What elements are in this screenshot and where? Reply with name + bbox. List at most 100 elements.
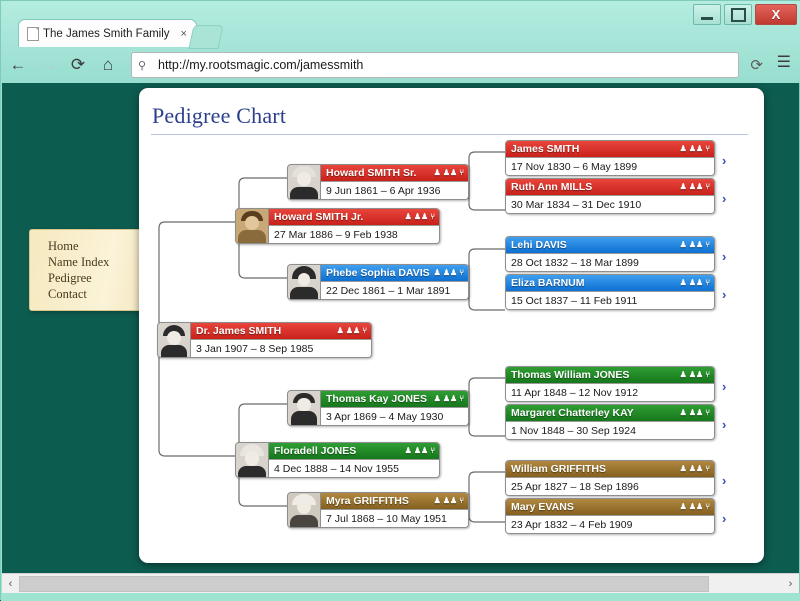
expand-arrow-6[interactable]: ›	[722, 418, 726, 431]
person-box-root[interactable]: Dr. James SMITH ♟ ♟♟ ⑂ 3 Jan 1907 – 8 Se…	[157, 322, 372, 358]
person-box-great-grandmother-3[interactable]: Margaret Chatterley KAY ♟ ♟♟ ⑂ 1 Nov 184…	[505, 404, 715, 440]
tree-icon[interactable]: ⑂	[705, 409, 710, 417]
horizontal-scrollbar[interactable]: ‹ ›	[2, 573, 799, 593]
person-box-maternal-grandmother[interactable]: Myra GRIFFITHS ♟ ♟♟ ⑂ 7 Jul 1868 – 10 Ma…	[287, 492, 469, 528]
family-icon[interactable]: ♟♟	[414, 447, 428, 455]
new-tab-button[interactable]	[188, 25, 224, 49]
reload-button[interactable]: ⟳	[65, 52, 91, 78]
family-icon[interactable]: ♟♟	[689, 279, 703, 287]
person-box-great-grandmother-4[interactable]: Mary EVANS ♟ ♟♟ ⑂ 23 Apr 1832 – 4 Feb 19…	[505, 498, 715, 534]
person-icon[interactable]: ♟	[405, 447, 412, 455]
person-box-great-grandfather-1[interactable]: James SMITH ♟ ♟♟ ⑂ 17 Nov 1830 – 6 May 1…	[505, 140, 715, 176]
person-name: Howard SMITH Sr.	[326, 167, 417, 179]
scrollbar-thumb[interactable]	[19, 575, 709, 592]
expand-arrow-2[interactable]: ›	[722, 192, 726, 205]
expand-arrow-7[interactable]: ›	[722, 474, 726, 487]
person-icon[interactable]: ♟	[680, 465, 687, 473]
person-icon[interactable]: ♟	[337, 327, 344, 335]
person-name: Lehi DAVIS	[511, 239, 567, 251]
family-icon[interactable]: ♟♟	[689, 183, 703, 191]
tree-icon[interactable]: ⑂	[459, 169, 464, 177]
person-icon[interactable]: ♟	[680, 183, 687, 191]
family-icon[interactable]: ♟♟	[689, 465, 703, 473]
person-dates: 9 Jun 1861 – 6 Apr 1936	[321, 181, 468, 199]
person-name-bar: Phebe Sophia DAVIS ♟ ♟♟ ⑂	[321, 265, 468, 281]
family-icon[interactable]: ♟♟	[689, 409, 703, 417]
person-icon[interactable]: ♟	[680, 241, 687, 249]
tree-icon[interactable]: ⑂	[430, 447, 435, 455]
browser-menu-icon[interactable]: ☰	[777, 55, 791, 71]
tree-icon[interactable]: ⑂	[459, 497, 464, 505]
family-icon[interactable]: ♟♟	[443, 169, 457, 177]
person-name-bar: Eliza BARNUM ♟ ♟♟ ⑂	[506, 275, 714, 291]
expand-arrow-4[interactable]: ›	[722, 288, 726, 301]
person-name-bar: James SMITH ♟ ♟♟ ⑂	[506, 141, 714, 157]
scroll-right-arrow[interactable]: ›	[782, 575, 799, 593]
family-icon[interactable]: ♟♟	[689, 145, 703, 153]
person-name: Thomas Kay JONES	[326, 393, 427, 405]
family-icon[interactable]: ♟♟	[689, 503, 703, 511]
person-icon[interactable]: ♟	[434, 169, 441, 177]
family-icon[interactable]: ♟♟	[689, 371, 703, 379]
tree-icon[interactable]: ⑂	[705, 145, 710, 153]
person-box-great-grandmother-1[interactable]: Ruth Ann MILLS ♟ ♟♟ ⑂ 30 Mar 1834 – 31 D…	[505, 178, 715, 214]
tree-icon[interactable]: ⑂	[705, 279, 710, 287]
tab-james-smith-family[interactable]: The James Smith Family ×	[18, 19, 197, 47]
tab-close-icon[interactable]: ×	[176, 28, 192, 40]
family-icon[interactable]: ♟♟	[689, 241, 703, 249]
person-icon[interactable]: ♟	[434, 269, 441, 277]
person-box-great-grandfather-3[interactable]: Thomas William JONES ♟ ♟♟ ⑂ 11 Apr 1848 …	[505, 366, 715, 402]
person-icon[interactable]: ♟	[680, 145, 687, 153]
person-dates: 7 Jul 1868 – 10 May 1951	[321, 509, 468, 527]
person-box-mother[interactable]: Floradell JONES ♟ ♟♟ ⑂ 4 Dec 1888 – 14 N…	[235, 442, 440, 478]
forward-button[interactable]: →	[35, 52, 61, 78]
person-icon[interactable]: ♟	[405, 213, 412, 221]
person-icon[interactable]: ♟	[680, 371, 687, 379]
person-action-icons: ♟ ♟♟ ⑂	[676, 371, 710, 379]
person-icon[interactable]: ♟	[680, 279, 687, 287]
person-name: Floradell JONES	[274, 445, 357, 457]
family-icon[interactable]: ♟♟	[443, 269, 457, 277]
expand-arrow-3[interactable]: ›	[722, 250, 726, 263]
address-bar[interactable]: ⚲ http://my.rootsmagic.com/jamessmith	[131, 52, 739, 78]
tree-icon[interactable]: ⑂	[705, 465, 710, 473]
person-box-great-grandmother-2[interactable]: Eliza BARNUM ♟ ♟♟ ⑂ 15 Oct 1837 – 11 Feb…	[505, 274, 715, 310]
tree-icon[interactable]: ⑂	[705, 371, 710, 379]
person-box-great-grandfather-4[interactable]: William GRIFFITHS ♟ ♟♟ ⑂ 25 Apr 1827 – 1…	[505, 460, 715, 496]
scrollbar-track[interactable]	[19, 575, 782, 593]
back-button[interactable]: ←	[5, 52, 31, 78]
tree-icon[interactable]: ⑂	[459, 395, 464, 403]
person-photo	[236, 209, 269, 243]
person-icon[interactable]: ♟	[680, 409, 687, 417]
tree-icon[interactable]: ⑂	[705, 503, 710, 511]
expand-arrow-1[interactable]: ›	[722, 154, 726, 167]
family-icon[interactable]: ♟♟	[414, 213, 428, 221]
tree-icon[interactable]: ⑂	[705, 183, 710, 191]
person-box-maternal-grandfather[interactable]: Thomas Kay JONES ♟ ♟♟ ⑂ 3 Apr 1869 – 4 M…	[287, 390, 469, 426]
family-icon[interactable]: ♟♟	[443, 395, 457, 403]
person-name: Myra GRIFFITHS	[326, 495, 409, 507]
scroll-left-arrow[interactable]: ‹	[2, 575, 19, 593]
person-action-icons: ♟ ♟♟ ⑂	[676, 409, 710, 417]
expand-arrow-8[interactable]: ›	[722, 512, 726, 525]
family-icon[interactable]: ♟♟	[346, 327, 360, 335]
page-reload-icon[interactable]: ⟳	[750, 56, 763, 74]
tree-icon[interactable]: ⑂	[705, 241, 710, 249]
expand-arrow-5[interactable]: ›	[722, 380, 726, 393]
person-box-paternal-grandmother[interactable]: Phebe Sophia DAVIS ♟ ♟♟ ⑂ 22 Dec 1861 – …	[287, 264, 469, 300]
browser-chrome: X The James Smith Family × ← → ⟳ ⌂ ⚲ htt…	[1, 1, 800, 83]
person-action-icons: ♟ ♟♟ ⑂	[401, 447, 435, 455]
person-icon[interactable]: ♟	[434, 395, 441, 403]
tree-icon[interactable]: ⑂	[459, 269, 464, 277]
person-icon[interactable]: ♟	[680, 503, 687, 511]
person-box-great-grandfather-2[interactable]: Lehi DAVIS ♟ ♟♟ ⑂ 28 Oct 1832 – 18 Mar 1…	[505, 236, 715, 272]
person-dates: 30 Mar 1834 – 31 Dec 1910	[506, 195, 714, 213]
family-icon[interactable]: ♟♟	[443, 497, 457, 505]
person-box-father[interactable]: Howard SMITH Jr. ♟ ♟♟ ⑂ 27 Mar 1886 – 9 …	[235, 208, 440, 244]
person-icon[interactable]: ♟	[434, 497, 441, 505]
tree-icon[interactable]: ⑂	[430, 213, 435, 221]
person-box-paternal-grandfather[interactable]: Howard SMITH Sr. ♟ ♟♟ ⑂ 9 Jun 1861 – 6 A…	[287, 164, 469, 200]
person-name: Eliza BARNUM	[511, 277, 585, 289]
home-button[interactable]: ⌂	[95, 52, 121, 78]
tree-icon[interactable]: ⑂	[362, 327, 367, 335]
